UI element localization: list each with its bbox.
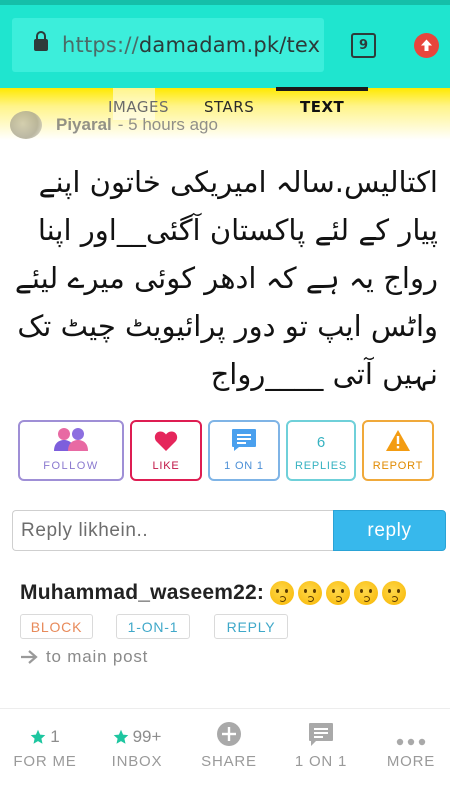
- post-actions: FOLLOW LIKE 1 ON 1 6 REPLIES REPORT: [18, 420, 436, 481]
- inbox-label: INBOX: [111, 753, 163, 770]
- heart-icon: [154, 430, 178, 452]
- tab-text[interactable]: TEXT: [300, 98, 344, 116]
- url-scheme: https://: [62, 33, 139, 57]
- share-label: SHARE: [201, 753, 257, 770]
- for-me-count: 1: [50, 727, 60, 746]
- star-icon: [30, 729, 46, 744]
- chat-icon: [231, 428, 257, 452]
- browser-toolbar: https://damadam.pk/tex 9: [0, 0, 450, 88]
- reply-one-on-one-button[interactable]: 1-ON-1: [116, 614, 190, 639]
- nav-share[interactable]: SHARE: [184, 709, 274, 786]
- post-author-row: Piyaral - 5 hours ago: [10, 110, 218, 140]
- reply-actions: BLOCK 1-ON-1 REPLY: [20, 614, 320, 640]
- post-timestamp: - 5 hours ago: [117, 115, 218, 134]
- update-icon[interactable]: [414, 33, 439, 58]
- reply-header: Muhammad_waseem22 :: [20, 579, 440, 607]
- inbox-count: 99+: [132, 727, 162, 746]
- for-me-label: FOR ME: [13, 753, 77, 770]
- avatar[interactable]: [10, 111, 42, 139]
- more-label: MORE: [386, 753, 436, 770]
- nav-more[interactable]: MORE: [366, 709, 450, 786]
- kissing-face-icon: [297, 581, 322, 605]
- one-on-one-button[interactable]: 1 ON 1: [208, 420, 280, 481]
- kissing-face-icon: [381, 581, 406, 605]
- replies-count: 6: [316, 434, 326, 451]
- lock-icon: [34, 31, 48, 52]
- active-tab-indicator: [276, 87, 368, 91]
- reply-colon: :: [256, 581, 264, 604]
- star-icon: [113, 729, 128, 744]
- post-author-name[interactable]: Piyaral: [56, 115, 112, 135]
- reply-submit-button[interactable]: reply: [333, 510, 446, 551]
- reply-button[interactable]: REPLY: [214, 614, 288, 639]
- replies-button[interactable]: 6 REPLIES: [286, 420, 356, 481]
- kissing-face-icon: [269, 581, 294, 605]
- to-main-post-label: to main post: [46, 647, 149, 666]
- reply-input[interactable]: [12, 510, 334, 551]
- post-body-text: اکتالیس.سالہ امیریکی خاتون اپنے پیار کے …: [14, 165, 438, 391]
- report-label: REPORT: [372, 460, 424, 472]
- nav-one-on-one[interactable]: 1 ON 1: [276, 709, 366, 786]
- one-on-one-label: 1 ON 1: [224, 460, 264, 472]
- kissing-face-icon: [353, 581, 378, 605]
- follow-button[interactable]: FOLLOW: [18, 420, 124, 481]
- chat-icon: [309, 723, 333, 746]
- status-strip: [0, 0, 450, 5]
- like-button[interactable]: LIKE: [130, 420, 202, 481]
- address-bar[interactable]: https://damadam.pk/tex: [12, 18, 324, 72]
- report-button[interactable]: REPORT: [362, 420, 434, 481]
- screen: IMAGES STARS TEXT Piyaral - 5 hours ago …: [0, 0, 450, 786]
- tab-switcher-button[interactable]: 9: [351, 33, 376, 58]
- warning-icon: [385, 429, 411, 452]
- replies-label: REPLIES: [294, 460, 348, 472]
- arrow-right-icon: [21, 650, 38, 664]
- nav-inbox[interactable]: 99+ INBOX: [92, 709, 182, 786]
- follow-label: FOLLOW: [43, 460, 99, 472]
- nav-for-me[interactable]: 1 FOR ME: [0, 709, 90, 786]
- to-main-post-link[interactable]: to main post: [20, 647, 148, 667]
- bottom-navigation: 1 FOR ME 99+ INBOX SHARE 1 ON 1 MORE: [0, 708, 450, 786]
- like-label: LIKE: [152, 460, 180, 472]
- more-dots-icon: [396, 738, 426, 746]
- url-text[interactable]: https://damadam.pk/tex: [62, 33, 320, 57]
- one-on-one-nav-label: 1 ON 1: [294, 753, 348, 770]
- kissing-face-icon: [325, 581, 350, 605]
- plus-circle-icon: [217, 722, 241, 746]
- block-button[interactable]: BLOCK: [20, 614, 93, 639]
- people-icon: [53, 426, 89, 452]
- url-host: damadam.pk/tex: [138, 33, 321, 57]
- reply-username[interactable]: Muhammad_waseem22: [20, 581, 257, 605]
- reply-entry: Muhammad_waseem22 : BLOCK 1-ON-1 REPLY t…: [20, 579, 440, 666]
